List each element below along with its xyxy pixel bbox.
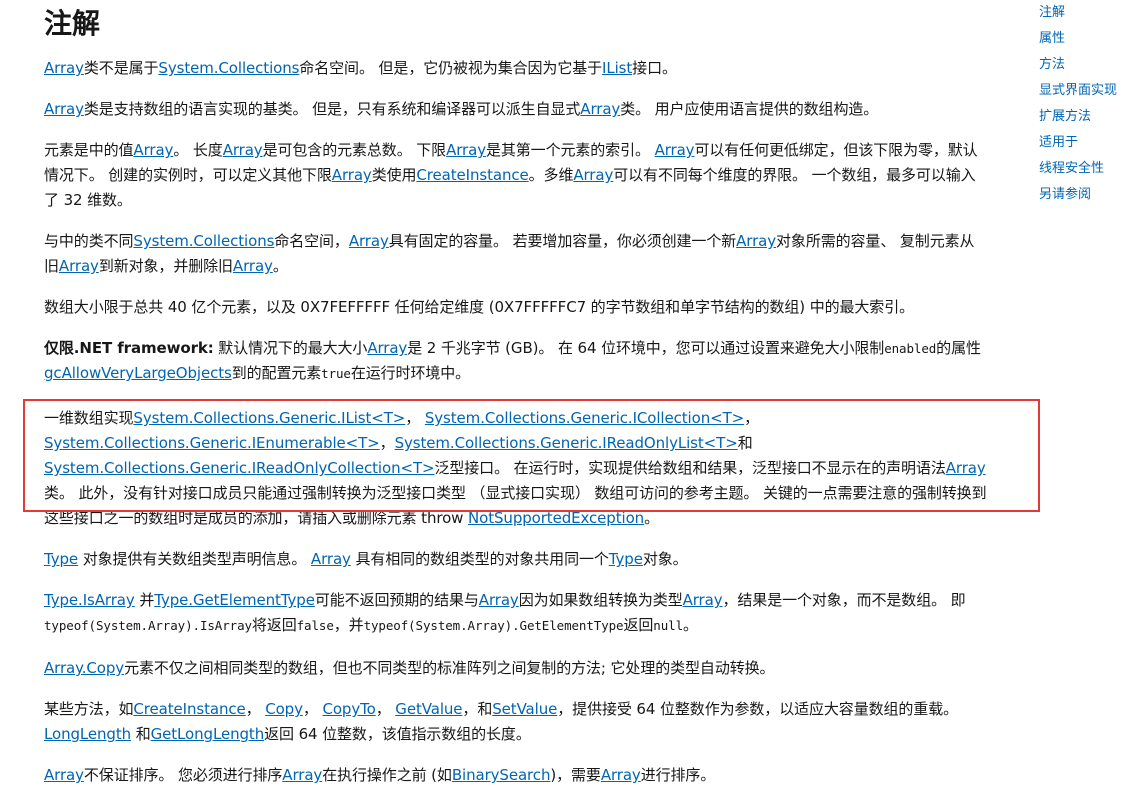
link-createinstance[interactable]: CreateInstance bbox=[133, 700, 245, 718]
link-setvalue[interactable]: SetValue bbox=[492, 700, 557, 718]
paragraph-size-limit: 数组大小限于总共 40 亿个元素，以及 0X7FEFFFFF 任何给定维度 (0… bbox=[44, 298, 914, 316]
link-ienumerable-generic[interactable]: System.Collections.Generic.IEnumerable<T… bbox=[44, 434, 380, 452]
link-array[interactable]: Array bbox=[601, 766, 641, 784]
link-type-getelementtype[interactable]: Type.GetElementType bbox=[154, 591, 315, 609]
page-title: 注解 bbox=[44, 7, 101, 40]
toc-link-extension-methods[interactable]: 扩展方法 bbox=[1039, 107, 1091, 127]
link-array[interactable]: Array bbox=[683, 591, 723, 609]
link-array[interactable]: Array bbox=[223, 141, 263, 159]
link-ilist-generic[interactable]: System.Collections.Generic.IList<T> bbox=[133, 409, 405, 427]
link-copyto[interactable]: CopyTo bbox=[322, 700, 375, 718]
link-array[interactable]: Array bbox=[233, 257, 273, 275]
code-null: null bbox=[653, 618, 683, 633]
link-array[interactable]: Array bbox=[479, 591, 519, 609]
toc-link-thread-safety[interactable]: 线程安全性 bbox=[1039, 159, 1104, 179]
code-isarray: typeof(System.Array).IsArray bbox=[44, 618, 252, 633]
link-array[interactable]: Array bbox=[736, 232, 776, 250]
link-ilist[interactable]: IList bbox=[602, 59, 632, 77]
paragraph-type: Type 对象提供有关数组类型声明信息。 Array 具有相同的数组类型的对象共… bbox=[44, 550, 688, 568]
toc-link-properties[interactable]: 属性 bbox=[1039, 29, 1065, 49]
link-copy[interactable]: Copy bbox=[265, 700, 303, 718]
link-gcallowverylargeobjects[interactable]: gcAllowVeryLargeObjects bbox=[44, 364, 232, 382]
paragraph-base-class: Array类是支持数组的语言实现的基类。 但是，只有系统和编译器可以派生自显式A… bbox=[44, 100, 879, 118]
link-createinstance[interactable]: CreateInstance bbox=[416, 166, 528, 184]
toc-link-explicit-interface[interactable]: 显式界面实现 bbox=[1039, 81, 1117, 101]
link-array[interactable]: Array bbox=[946, 459, 986, 477]
link-array[interactable]: Array bbox=[59, 257, 99, 275]
paragraph-capacity: 与中的类不同System.Collections命名空间，Array具有固定的容… bbox=[44, 232, 975, 275]
toc-link-remarks[interactable]: 注解 bbox=[1039, 3, 1065, 23]
code-false: false bbox=[296, 618, 334, 633]
link-array[interactable]: Array bbox=[367, 339, 407, 357]
paragraph-elements: 元素是中的值Array。 长度Array是可包含的元素总数。 下限Array是其… bbox=[44, 141, 978, 209]
link-array[interactable]: Array bbox=[44, 59, 84, 77]
paragraph-array-copy: Array.Copy元素不仅之间相同类型的数组，但也不同类型的标准阵列之间复制的… bbox=[44, 659, 775, 677]
link-type[interactable]: Type bbox=[609, 550, 643, 568]
link-array[interactable]: Array bbox=[311, 550, 351, 568]
link-type-isarray[interactable]: Type.IsArray bbox=[44, 591, 135, 609]
link-array-copy[interactable]: Array.Copy bbox=[44, 659, 124, 677]
toc-link-applies-to[interactable]: 适用于 bbox=[1039, 133, 1078, 153]
paragraph-isarray: Type.IsArray 并Type.GetElementType可能不返回预期… bbox=[44, 591, 966, 634]
link-array[interactable]: Array bbox=[573, 166, 613, 184]
paragraph-netframework: 仅限.NET framework: 默认情况下的最大大小Array是 2 千兆字… bbox=[44, 339, 981, 382]
link-binarysearch[interactable]: BinarySearch bbox=[452, 766, 551, 784]
link-array[interactable]: Array bbox=[44, 100, 84, 118]
link-getvalue[interactable]: GetValue bbox=[395, 700, 462, 718]
link-array[interactable]: Array bbox=[133, 141, 173, 159]
link-system-collections[interactable]: System.Collections bbox=[158, 59, 299, 77]
link-type[interactable]: Type bbox=[44, 550, 78, 568]
link-array[interactable]: Array bbox=[580, 100, 620, 118]
link-ireadonlylist-generic[interactable]: System.Collections.Generic.IReadOnlyList… bbox=[395, 434, 738, 452]
link-array[interactable]: Array bbox=[446, 141, 486, 159]
code-true: true bbox=[321, 366, 351, 381]
link-array[interactable]: Array bbox=[282, 766, 322, 784]
paragraph-sorting: Array不保证排序。 您必须进行排序Array在执行操作之前 (如Binary… bbox=[44, 766, 716, 784]
toc-link-methods[interactable]: 方法 bbox=[1039, 55, 1065, 75]
link-getlonglength[interactable]: GetLongLength bbox=[151, 725, 265, 743]
link-ireadonlycollection-generic[interactable]: System.Collections.Generic.IReadOnlyColl… bbox=[44, 459, 435, 477]
paragraph-generic-interfaces: 一维数组实现System.Collections.Generic.IList<T… bbox=[44, 409, 987, 527]
link-icollection-generic[interactable]: System.Collections.Generic.ICollection<T… bbox=[425, 409, 744, 427]
code-getelementtype: typeof(System.Array).GetElementType bbox=[363, 618, 624, 633]
toc-link-see-also[interactable]: 另请参阅 bbox=[1039, 185, 1091, 205]
code-enabled: enabled bbox=[884, 341, 937, 356]
link-array[interactable]: Array bbox=[655, 141, 695, 159]
link-array[interactable]: Array bbox=[349, 232, 389, 250]
link-system-collections[interactable]: System.Collections bbox=[133, 232, 274, 250]
paragraph-namespace: Array类不是属于System.Collections命名空间。 但是，它仍被… bbox=[44, 59, 677, 77]
link-notsupportedexception[interactable]: NotSupportedException bbox=[468, 509, 644, 527]
paragraph-64bit-methods: 某些方法，如CreateInstance， Copy， CopyTo， GetV… bbox=[44, 700, 958, 743]
link-array[interactable]: Array bbox=[44, 766, 84, 784]
link-longlength[interactable]: LongLength bbox=[44, 725, 131, 743]
link-array[interactable]: Array bbox=[332, 166, 372, 184]
